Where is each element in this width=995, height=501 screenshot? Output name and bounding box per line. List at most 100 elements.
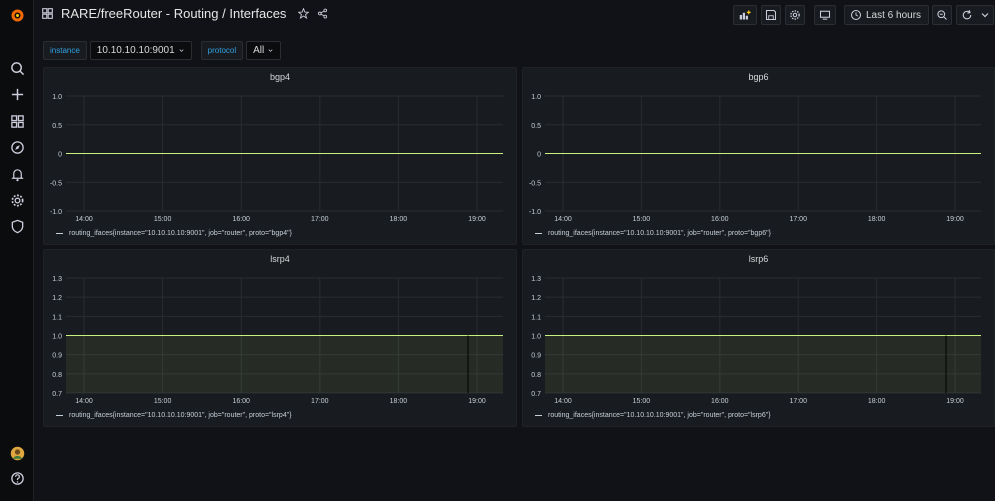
- series-area: [66, 335, 503, 393]
- x-tick-label: 18:00: [868, 216, 886, 223]
- x-tick-label: 17:00: [789, 398, 807, 405]
- y-tick-label: 1.1: [52, 314, 62, 321]
- y-tick-label: 0: [58, 152, 62, 159]
- variable-select-instance[interactable]: 10.10.10.10:9001: [89, 41, 192, 60]
- zoom-out-icon: [936, 9, 948, 21]
- legend: routing_ifaces{instance="10.10.10.10:900…: [56, 230, 292, 237]
- legend: routing_ifaces{instance="10.10.10.10:900…: [56, 412, 292, 419]
- chart-lsrp4: 1.3 1.2 1.1 1.0 0.9 0.8 0.7 14:00 15:00 16:00 17:0…: [52, 276, 503, 405]
- dashboards-icon: [42, 8, 53, 19]
- legend-swatch: [535, 415, 542, 416]
- dashboards-icon[interactable]: [7, 111, 27, 131]
- legend-item[interactable]: routing_ifaces{instance="10.10.10.10:900…: [548, 230, 771, 237]
- panel-bgp6[interactable]: bgp6 1.0 0.5 0 -0.5 -1.0 14:00 15:00 16:00 17:00…: [522, 67, 995, 245]
- variables-bar: instance 10.10.10.10:9001 protocol All: [43, 41, 287, 60]
- alerting-icon[interactable]: [7, 164, 27, 184]
- chart-bgp6: 1.0 0.5 0 -0.5 -1.0 14:00 15:00 16:00 17:00 18:00…: [529, 94, 981, 223]
- zoom-out-button[interactable]: [932, 5, 952, 25]
- x-tick-label: 18:00: [390, 398, 408, 405]
- add-panel-button[interactable]: [733, 5, 757, 25]
- x-tick-label: 16:00: [232, 398, 250, 405]
- x-tick-label: 14:00: [554, 216, 572, 223]
- panel-bgp4[interactable]: bgp4 1.0 0.5 0 -0.5 -1.0 14:00 15:00 16:00 17:00…: [43, 67, 517, 245]
- refresh-icon: [961, 9, 973, 21]
- star-icon[interactable]: [298, 8, 310, 19]
- variable-select-protocol[interactable]: All: [246, 41, 282, 60]
- chart-lsrp6: 1.3 1.2 1.1 1.0 0.9 0.8 0.7 14:00 15:00 16:00 17:0…: [531, 276, 981, 405]
- y-tick-label: 1.0: [52, 94, 62, 101]
- explore-icon[interactable]: [7, 137, 27, 157]
- x-tick-label: 17:00: [789, 216, 807, 223]
- y-tick-label: 0.7: [531, 391, 541, 398]
- y-tick-label: -1.0: [529, 209, 541, 216]
- x-tick-label: 19:00: [468, 398, 486, 405]
- x-tick-label: 17:00: [311, 398, 329, 405]
- chevron-down-icon: [267, 47, 274, 54]
- avatar[interactable]: [7, 443, 27, 463]
- x-tick-label: 15:00: [154, 398, 172, 405]
- time-range-picker[interactable]: Last 6 hours: [844, 5, 941, 25]
- y-tick-label: 0.8: [531, 372, 541, 379]
- variable-value-instance: 10.10.10.10:9001: [96, 45, 175, 56]
- legend-swatch: [56, 233, 63, 234]
- legend-item[interactable]: routing_ifaces{instance="10.10.10.10:900…: [548, 412, 771, 419]
- y-tick-label: 1.2: [531, 295, 541, 302]
- gear-icon: [789, 9, 801, 21]
- y-tick-label: 1.3: [531, 276, 541, 283]
- y-tick-label: 0.8: [52, 372, 62, 379]
- x-tick-label: 15:00: [154, 216, 172, 223]
- legend-swatch: [56, 415, 63, 416]
- y-tick-label: 0.5: [52, 123, 62, 130]
- chevron-down-icon[interactable]: [979, 9, 991, 21]
- y-tick-label: 0.7: [52, 391, 62, 398]
- x-tick-label: 17:00: [311, 216, 329, 223]
- x-tick-label: 15:00: [633, 398, 651, 405]
- x-tick-label: 19:00: [946, 398, 964, 405]
- x-tick-label: 16:00: [232, 216, 250, 223]
- x-tick-label: 18:00: [390, 216, 408, 223]
- variable-label-protocol: protocol: [200, 41, 244, 60]
- share-icon[interactable]: [317, 8, 328, 19]
- sidebar: [0, 0, 34, 501]
- y-tick-label: -0.5: [50, 180, 62, 187]
- x-tick-label: 15:00: [633, 216, 651, 223]
- x-tick-label: 16:00: [711, 398, 729, 405]
- search-icon[interactable]: [7, 58, 27, 78]
- save-icon: [765, 9, 777, 21]
- x-tick-label: 19:00: [468, 216, 486, 223]
- settings-button[interactable]: [785, 5, 805, 25]
- save-button[interactable]: [761, 5, 781, 25]
- shield-icon[interactable]: [7, 216, 27, 236]
- y-tick-label: 1.3: [52, 276, 62, 283]
- panel-lsrp4[interactable]: lsrp4 1.3 1.2 1.1 1.0 0.9 0.8 0.7 14:00 15:00 16:…: [43, 249, 517, 427]
- gear-icon[interactable]: [7, 190, 27, 210]
- legend-swatch: [535, 233, 542, 234]
- time-range-label: Last 6 hours: [866, 9, 922, 21]
- y-tick-label: 0.9: [52, 353, 62, 360]
- help-icon[interactable]: [7, 468, 27, 488]
- chart-bgp4: 1.0 0.5 0 -0.5 -1.0 14:00 15:00 16:00 17:00 18:00…: [50, 94, 503, 223]
- dashboard-title[interactable]: RARE/freeRouter - Routing / Interfaces: [61, 6, 286, 21]
- y-tick-label: 0: [537, 152, 541, 159]
- grafana-logo-icon[interactable]: [7, 5, 27, 25]
- view-mode-button[interactable]: [814, 5, 836, 25]
- variable-label-instance: instance: [43, 41, 87, 60]
- legend: routing_ifaces{instance="10.10.10.10:900…: [535, 412, 771, 419]
- legend-item[interactable]: routing_ifaces{instance="10.10.10.10:900…: [69, 412, 292, 419]
- y-tick-label: 0.9: [531, 353, 541, 360]
- refresh-button[interactable]: [956, 5, 994, 25]
- x-tick-label: 16:00: [711, 216, 729, 223]
- legend: routing_ifaces{instance="10.10.10.10:900…: [535, 230, 771, 237]
- x-tick-label: 19:00: [946, 216, 964, 223]
- plus-icon[interactable]: [7, 84, 27, 104]
- legend-item[interactable]: routing_ifaces{instance="10.10.10.10:900…: [69, 230, 292, 237]
- chevron-down-icon: [178, 47, 185, 54]
- x-tick-label: 14:00: [75, 398, 93, 405]
- tv-icon: [819, 9, 831, 21]
- panel-lsrp6[interactable]: lsrp6 1.3 1.2 1.1 1.0 0.9 0.8 0.7 14:00 15:00 16:…: [522, 249, 995, 427]
- series-area: [545, 335, 981, 393]
- y-tick-label: 1.2: [52, 295, 62, 302]
- top-bar: RARE/freeRouter - Routing / Interfaces L…: [34, 0, 995, 30]
- y-tick-label: -0.5: [529, 180, 541, 187]
- y-tick-label: 1.0: [52, 334, 62, 341]
